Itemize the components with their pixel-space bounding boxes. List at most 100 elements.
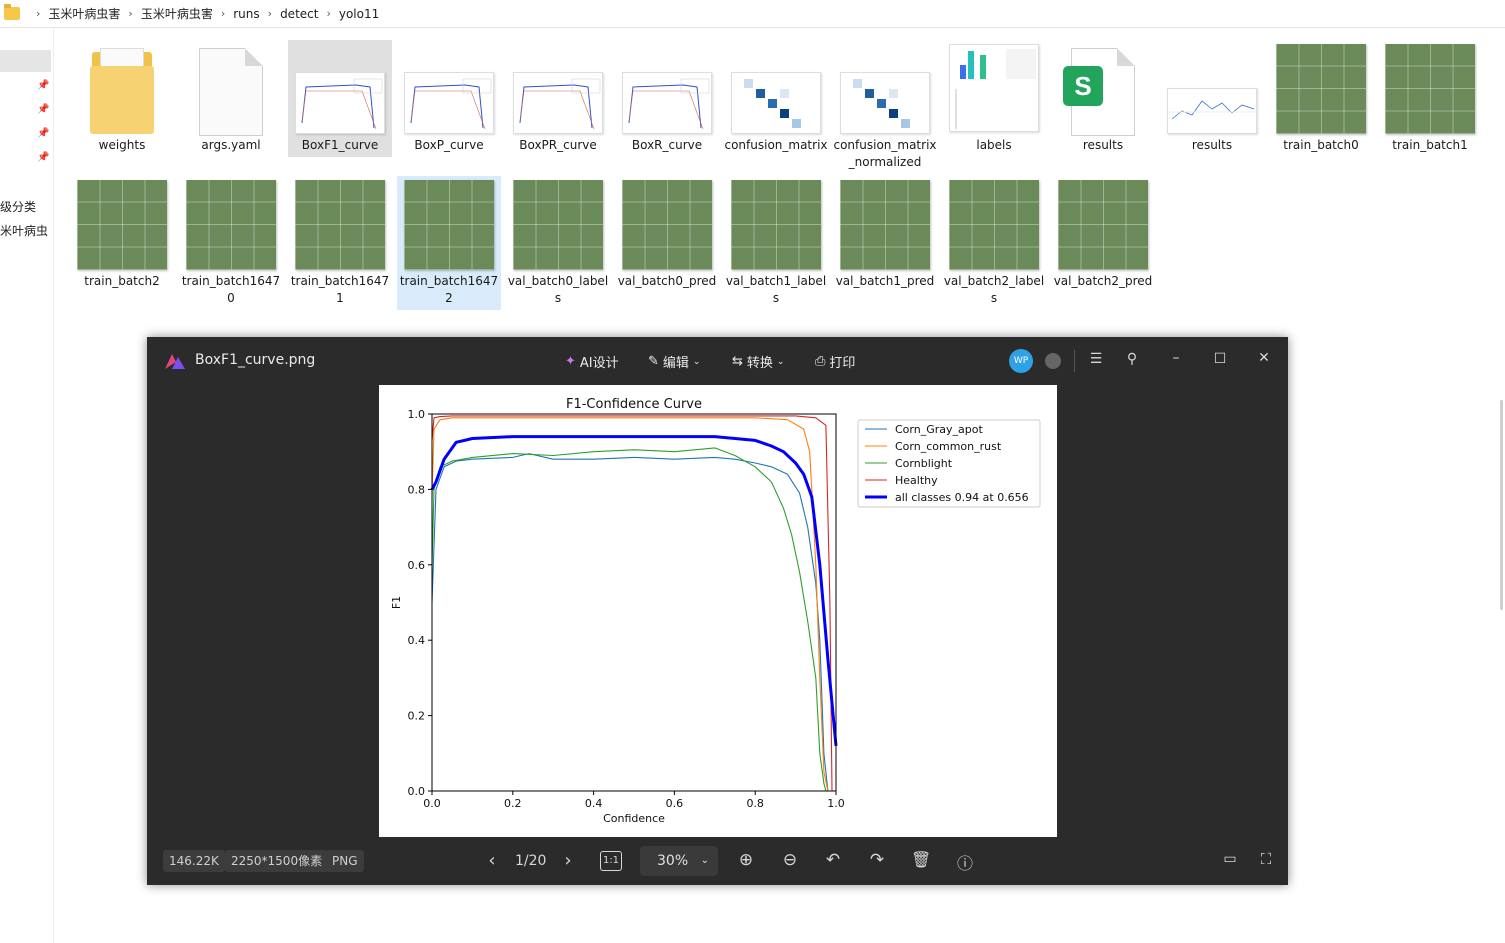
file-label: val_batch1_labels bbox=[725, 274, 827, 305]
scrollbar[interactable] bbox=[1500, 400, 1503, 610]
file-item[interactable]: train_batch16471 bbox=[288, 176, 392, 310]
legend-label: Corn_common_rust bbox=[895, 440, 1002, 453]
file-label: BoxR_curve bbox=[631, 138, 703, 152]
pin-icon[interactable]: 📌 bbox=[37, 80, 49, 92]
file-item[interactable]: train_batch1 bbox=[1378, 40, 1482, 174]
next-icon[interactable]: › bbox=[560, 850, 576, 871]
chart-thumbnail bbox=[1167, 88, 1258, 134]
file-item[interactable]: val_batch1_labels bbox=[724, 176, 828, 310]
breadcrumb-item[interactable]: yolo11 bbox=[339, 7, 379, 21]
breadcrumb-item[interactable]: 玉米叶病虫害 bbox=[141, 5, 213, 22]
magic-wand-icon: ✦ bbox=[565, 354, 576, 369]
breadcrumb-item[interactable]: runs bbox=[233, 7, 259, 21]
file-label: weights bbox=[98, 138, 146, 152]
file-item[interactable]: train_batch2 bbox=[70, 176, 174, 310]
rotate-right-icon[interactable]: ↷ bbox=[867, 850, 887, 870]
maximize-button[interactable]: ☐ bbox=[1212, 351, 1228, 367]
plot-frame bbox=[431, 413, 837, 792]
y-tick-label: 0.2 bbox=[408, 710, 426, 723]
chevron-down-icon: ⌄ bbox=[692, 356, 701, 367]
file-item[interactable]: confusion_matrix bbox=[724, 40, 828, 174]
file-item[interactable]: BoxR_curve bbox=[615, 40, 719, 174]
file-label: train_batch2 bbox=[84, 274, 160, 288]
file-item[interactable]: Sresults bbox=[1051, 40, 1155, 174]
x-axis-label: Confidence bbox=[603, 812, 665, 825]
file-item[interactable]: val_batch2_pred bbox=[1051, 176, 1155, 310]
chart-thumbnail bbox=[513, 72, 603, 134]
file-size-badge: 146.22K bbox=[163, 850, 225, 872]
file-label: BoxP_curve bbox=[414, 138, 484, 152]
pin-icon[interactable]: ⚲ bbox=[1124, 351, 1140, 367]
edit-label: 编辑 bbox=[662, 356, 689, 371]
breadcrumb-item[interactable]: detect bbox=[280, 7, 318, 21]
file-label: train_batch16471 bbox=[290, 274, 390, 305]
file-item[interactable]: weights bbox=[70, 40, 174, 174]
minimize-button[interactable]: – bbox=[1168, 350, 1184, 366]
file-item[interactable]: val_batch1_pred bbox=[833, 176, 937, 310]
info-icon[interactable]: ⓘ bbox=[955, 850, 975, 874]
avatar[interactable]: WP bbox=[1009, 349, 1033, 373]
pin-icon[interactable]: 📌 bbox=[37, 128, 49, 140]
filmstrip-icon[interactable]: ▭ bbox=[1220, 851, 1240, 867]
fullscreen-icon[interactable]: ⛶ bbox=[1256, 850, 1276, 868]
ai-design-button[interactable]: ✦ AI设计 bbox=[565, 352, 619, 371]
file-item[interactable]: val_batch2_labels bbox=[942, 176, 1046, 310]
previous-icon[interactable]: ‹ bbox=[484, 850, 500, 871]
image-canvas[interactable]: F1-Confidence Curve 0.0 0.2 0.4 0.6 0.8 1.0 0.0… bbox=[379, 385, 1057, 837]
file-label: train_batch16470 bbox=[181, 274, 281, 305]
zoom-in-icon[interactable]: ⊕ bbox=[736, 850, 756, 870]
series-line bbox=[431, 453, 829, 792]
ai-design-label: AI设计 bbox=[579, 356, 619, 371]
file-label: val_batch0_labels bbox=[507, 274, 609, 305]
delete-icon[interactable]: 🗑 bbox=[911, 850, 931, 869]
rotate-left-icon[interactable]: ↶ bbox=[823, 850, 843, 870]
navigation-pane: 📌 📌 📌 📌 级分类 米叶病虫 bbox=[0, 28, 54, 943]
convert-menu-button[interactable]: ⇆ 转换 ⌄ bbox=[732, 352, 784, 371]
nav-selected-item[interactable] bbox=[0, 50, 51, 72]
print-button[interactable]: ⎙ 打印 bbox=[815, 352, 855, 371]
series-line bbox=[430, 435, 838, 746]
file-label: BoxPR_curve bbox=[519, 138, 597, 152]
badge-icon[interactable] bbox=[1045, 353, 1061, 369]
actual-size-icon[interactable]: 1:1 bbox=[600, 851, 622, 871]
address-bar[interactable]: › 玉米叶病虫害 › 玉米叶病虫害 › runs › detect › yolo… bbox=[0, 0, 1505, 28]
close-button[interactable]: ✕ bbox=[1256, 350, 1272, 366]
pin-icon[interactable]: 📌 bbox=[37, 152, 49, 164]
series-line bbox=[431, 447, 827, 792]
pin-icon[interactable]: 📌 bbox=[37, 104, 49, 116]
file-item[interactable]: BoxPR_curve bbox=[506, 40, 610, 174]
file-label: args.yaml bbox=[201, 138, 261, 152]
format-badge: PNG bbox=[326, 850, 364, 872]
nav-item[interactable]: 级分类 bbox=[0, 198, 36, 215]
breadcrumb-item[interactable]: 玉米叶病虫害 bbox=[48, 5, 120, 22]
file-item[interactable]: train_batch16472 bbox=[397, 176, 501, 310]
menu-icon[interactable]: ☰ bbox=[1088, 351, 1104, 367]
desktop: › 玉米叶病虫害 › 玉米叶病虫害 › runs › detect › yolo… bbox=[0, 0, 1505, 943]
zoom-out-icon[interactable]: ⊖ bbox=[780, 850, 800, 870]
file-item[interactable]: BoxP_curve bbox=[397, 40, 501, 174]
file-label: train_batch16472 bbox=[399, 274, 499, 305]
file-item[interactable]: BoxF1_curve bbox=[288, 40, 392, 174]
file-item[interactable]: results bbox=[1160, 40, 1264, 174]
image-thumbnail bbox=[77, 180, 167, 270]
file-item[interactable]: train_batch0 bbox=[1269, 40, 1373, 174]
x-tick-label: 1.0 bbox=[827, 797, 845, 810]
series-line bbox=[431, 417, 829, 792]
y-tick-label: 1.0 bbox=[408, 408, 426, 421]
file-item[interactable]: val_batch0_labels bbox=[506, 176, 610, 310]
file-item[interactable]: args.yaml bbox=[179, 40, 283, 174]
y-axis-label: F1 bbox=[390, 596, 403, 609]
file-item[interactable]: confusion_matrix_normalized bbox=[833, 40, 937, 174]
file-item[interactable]: val_batch0_pred bbox=[615, 176, 719, 310]
file-label: confusion_matrix bbox=[724, 138, 828, 152]
zoom-select[interactable]: 30% ⌄ bbox=[640, 846, 718, 876]
image-thumbnail bbox=[622, 180, 712, 270]
file-item[interactable]: train_batch16470 bbox=[179, 176, 283, 310]
file-item[interactable]: labels bbox=[942, 40, 1046, 174]
x-tick-label: 0.4 bbox=[585, 797, 603, 810]
image-thumbnail bbox=[404, 180, 494, 270]
file-label: BoxF1_curve bbox=[301, 138, 379, 152]
nav-item[interactable]: 米叶病虫 bbox=[0, 222, 48, 239]
series-line bbox=[431, 415, 833, 792]
edit-menu-button[interactable]: ✎ 编辑 ⌄ bbox=[648, 352, 700, 371]
